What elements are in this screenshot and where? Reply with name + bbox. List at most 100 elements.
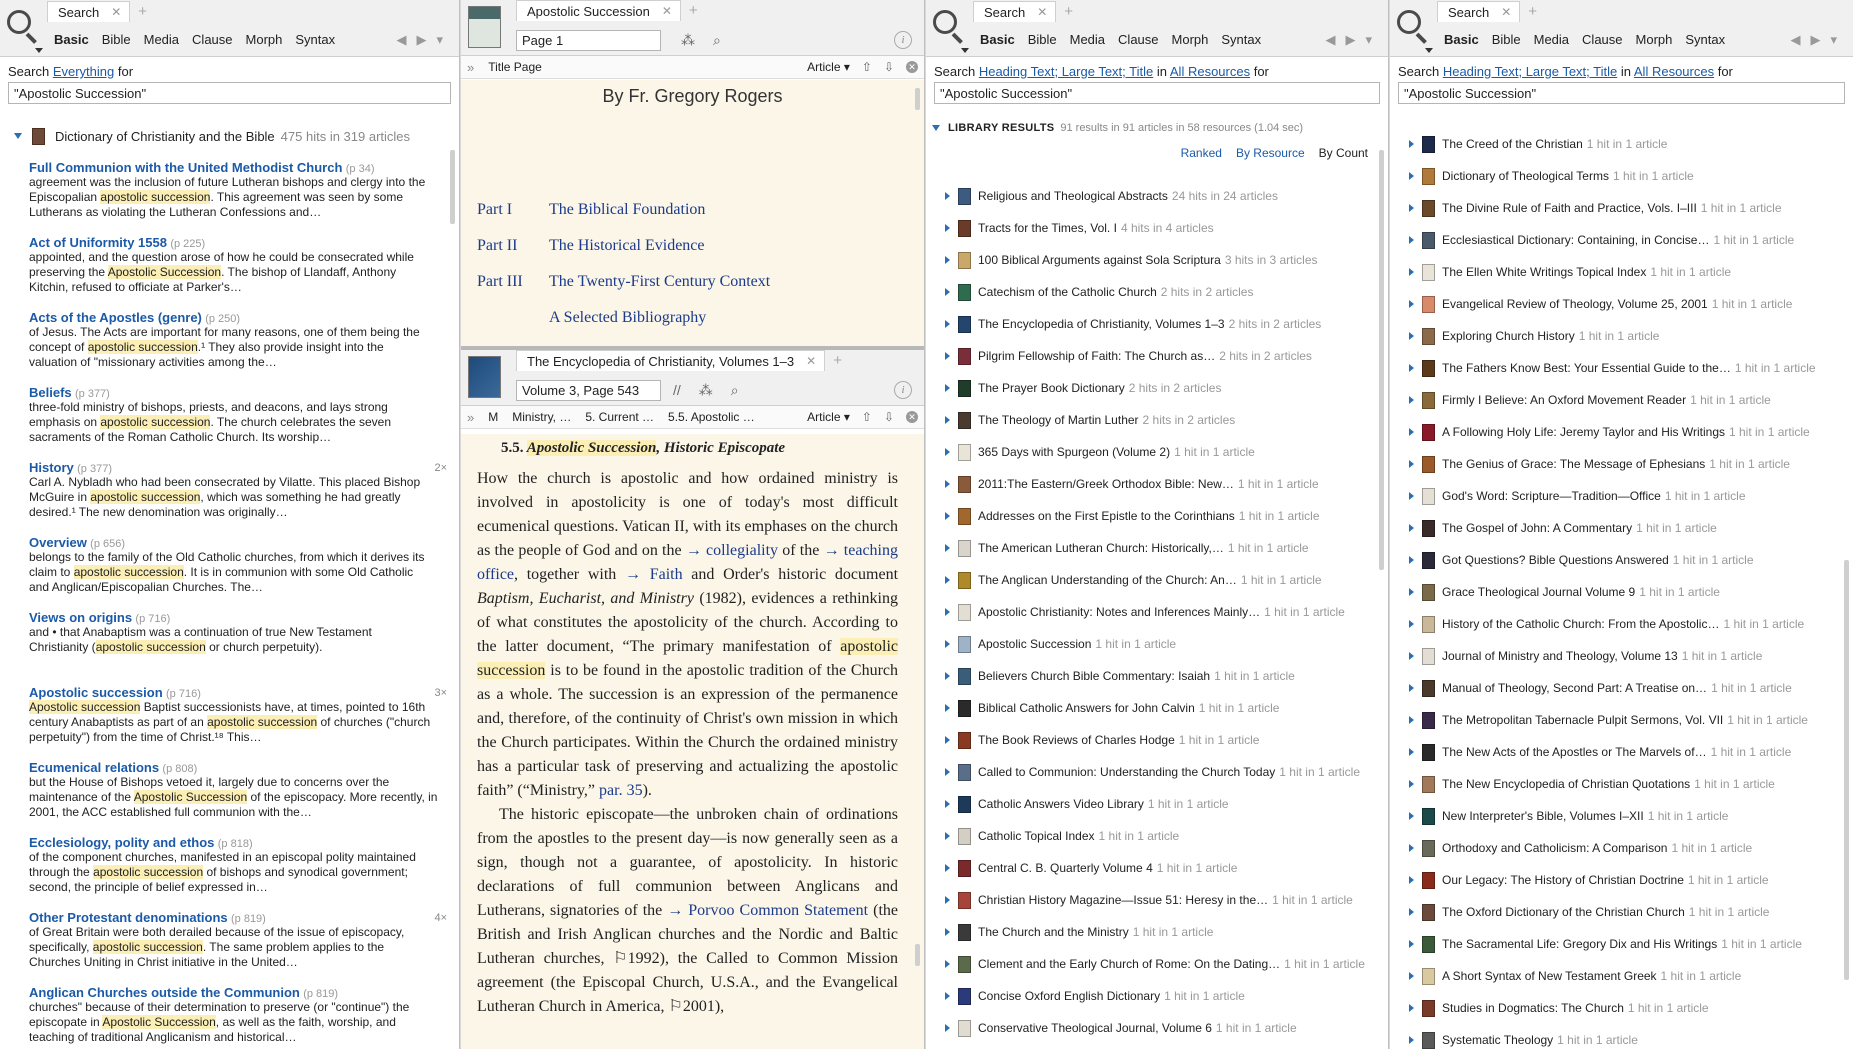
expand-icon[interactable] (945, 800, 950, 808)
expand-icon[interactable] (1409, 844, 1414, 852)
search-type-syntax[interactable]: Syntax (295, 32, 335, 47)
resource-title[interactable]: God's Word: Scripture—Tradition—Office (1442, 489, 1661, 503)
expand-icon[interactable] (945, 640, 950, 648)
result-title[interactable]: History (29, 460, 74, 475)
expand-icon[interactable] (1409, 620, 1414, 628)
resource-title[interactable]: The Ellen White Writings Topical Index (1442, 265, 1646, 279)
resource-title[interactable]: Called to Communion: Understanding the C… (978, 765, 1275, 779)
resource-title[interactable]: Systematic Theology (1442, 1033, 1553, 1047)
expand-icon[interactable] (1409, 588, 1414, 596)
expand-icon[interactable] (1409, 972, 1414, 980)
resource-title[interactable]: Catholic Answers Video Library (978, 797, 1144, 811)
result-title[interactable]: Full Communion with the United Methodist… (29, 160, 342, 175)
search-type-bible[interactable]: Bible (1028, 32, 1057, 47)
resource-result-row[interactable]: The Anglican Understanding of the Church… (945, 564, 1374, 596)
field-scope-link[interactable]: Heading Text; Large Text; Title (979, 64, 1153, 79)
expand-icon[interactable] (1409, 652, 1414, 660)
search-type-bible[interactable]: Bible (102, 32, 131, 47)
resource-result-row[interactable]: Grace Theological Journal Volume 9 1 hit … (1409, 576, 1839, 608)
search-result[interactable]: Overview (p 656) belongs to the family of… (29, 535, 444, 610)
resource-title[interactable]: The Church and the Ministry (978, 925, 1129, 939)
scrollbar[interactable] (450, 150, 455, 224)
resource-title[interactable]: Religious and Theological Abstracts (978, 189, 1168, 203)
search-type-bible[interactable]: Bible (1492, 32, 1521, 47)
toc-entry[interactable]: Part I The Biblical Foundation (477, 201, 897, 237)
resource-title[interactable]: The Divine Rule of Faith and Practice, V… (1442, 201, 1697, 215)
expand-icon[interactable] (1409, 428, 1414, 436)
resource-result-row[interactable]: Believers Church Bible Commentary: Isaia… (945, 660, 1374, 692)
search-result[interactable]: Anglican Churches outside the Communion … (29, 985, 444, 1049)
resource-result-row[interactable]: Exploring Church History 1 hit in 1 artic… (1409, 320, 1839, 352)
resource-result-row[interactable]: Got Questions? Bible Questions Answered 1… (1409, 544, 1839, 576)
close-icon[interactable]: ✕ (906, 61, 918, 73)
resource-result-row[interactable]: The Ellen White Writings Topical Index 1 … (1409, 256, 1839, 288)
resource-title[interactable]: Catechism of the Catholic Church (978, 285, 1157, 299)
resource-result-row[interactable]: Central C. B. Quarterly Volume 41 hit in… (945, 852, 1374, 884)
resource-result-row[interactable]: The Theology of Martin Luther 2 hits in 2… (945, 404, 1374, 436)
expand-icon[interactable] (1409, 172, 1414, 180)
resource-title[interactable]: Dictionary of Theological Terms (1442, 169, 1609, 183)
forward-arrow-icon[interactable]: ▶ (1810, 32, 1820, 48)
expand-icon[interactable] (1409, 140, 1414, 148)
expand-icon[interactable] (945, 448, 950, 456)
search-type-morph[interactable]: Morph (1636, 32, 1673, 47)
resource-title[interactable]: Firmly I Believe: An Oxford Movement Rea… (1442, 393, 1686, 407)
result-title[interactable]: Ecumenical relations (29, 760, 159, 775)
resource-title[interactable]: Apostolic Christianity: Notes and Infere… (978, 605, 1260, 619)
resource-title[interactable]: The Encyclopedia of Christianity, Volume… (978, 317, 1225, 331)
result-title[interactable]: Views on origins (29, 610, 132, 625)
expand-icon[interactable] (1409, 780, 1414, 788)
search-type-clause[interactable]: Clause (1582, 32, 1622, 47)
tab-search[interactable]: Search ✕ (1437, 1, 1521, 22)
search-result[interactable]: Views on origins (p 716) and • that Anaba… (29, 610, 444, 685)
field-scope-link[interactable]: Heading Text; Large Text; Title (1443, 64, 1617, 79)
expand-icon[interactable] (945, 832, 950, 840)
search-type-clause[interactable]: Clause (192, 32, 232, 47)
expand-icon[interactable] (1409, 204, 1414, 212)
cross-reference-link[interactable]: → Faith (625, 566, 683, 583)
expand-icon[interactable] (945, 224, 950, 232)
expand-icon[interactable] (1409, 236, 1414, 244)
expand-icon[interactable] (945, 608, 950, 616)
resource-title[interactable]: The Oxford Dictionary of the Christian C… (1442, 905, 1685, 919)
expand-icon[interactable] (945, 384, 950, 392)
expand-icon[interactable] (945, 992, 950, 1000)
expand-icon[interactable] (1409, 1036, 1414, 1044)
scrollbar[interactable] (915, 944, 920, 966)
resource-title[interactable]: Manual of Theology, Second Part: A Treat… (1442, 681, 1707, 695)
resource-result-row[interactable]: Addresses on the First Epistle to the Co… (945, 500, 1374, 532)
resource-title[interactable]: Believers Church Bible Commentary: Isaia… (978, 669, 1210, 683)
resource-title[interactable]: The Fathers Know Best: Your Essential Gu… (1442, 361, 1731, 375)
resource-title[interactable]: The Creed of the Christian (1442, 137, 1583, 151)
resource-result-row[interactable]: Religious and Theological Abstracts 24 hi… (945, 180, 1374, 212)
search-result[interactable]: Acts of the Apostles (genre) (p 250) of J… (29, 310, 444, 385)
resource-title[interactable]: The Prayer Book Dictionary (978, 381, 1125, 395)
add-tab-icon[interactable]: + (1056, 1, 1081, 22)
search-type-media[interactable]: Media (1070, 32, 1105, 47)
resource-scope-link[interactable]: All Resources (1170, 64, 1250, 79)
resource-result-row[interactable]: Conservative Theological Journal, Volume… (945, 1012, 1374, 1044)
add-tab-icon[interactable]: + (825, 350, 850, 372)
search-type-basic[interactable]: Basic (54, 32, 89, 47)
resource-title[interactable]: A Following Holy Life: Jeremy Taylor and… (1442, 425, 1725, 439)
page-reference-input[interactable] (516, 30, 661, 51)
search-input[interactable] (1398, 82, 1845, 104)
resource-title[interactable]: Pilgrim Fellowship of Faith: The Church … (978, 349, 1215, 363)
expand-icon[interactable] (945, 576, 950, 584)
resource-title[interactable]: The New Encyclopedia of Christian Quotat… (1442, 777, 1690, 791)
resource-title[interactable]: Ecclesiastical Dictionary: Containing, i… (1442, 233, 1709, 247)
collapse-icon[interactable] (14, 133, 22, 139)
resource-title[interactable]: Journal of Ministry and Theology, Volume… (1442, 649, 1678, 663)
resource-result-row[interactable]: The Divine Rule of Faith and Practice, V… (1409, 192, 1839, 224)
add-tab-icon[interactable]: + (681, 0, 706, 22)
resource-title[interactable]: 365 Days with Spurgeon (Volume 2) (978, 445, 1170, 459)
resource-result-row[interactable]: Catechism of the Catholic Church 2 hits i… (945, 276, 1374, 308)
expand-icon[interactable] (1409, 812, 1414, 820)
expand-icon[interactable] (1409, 492, 1414, 500)
search-result[interactable]: Other Protestant denominations (p 819) 4×… (29, 910, 447, 985)
expand-icon[interactable] (945, 512, 950, 520)
search-result[interactable]: Apostolic succession (p 716) 3× Apostolic … (29, 685, 447, 760)
search-type-media[interactable]: Media (1534, 32, 1569, 47)
resource-result-row[interactable]: Tracts for the Times, Vol. I4 hits in 4 … (945, 212, 1374, 244)
resource-result-row[interactable]: New Interpreter's Bible, Volumes I–XII 1 … (1409, 800, 1839, 832)
